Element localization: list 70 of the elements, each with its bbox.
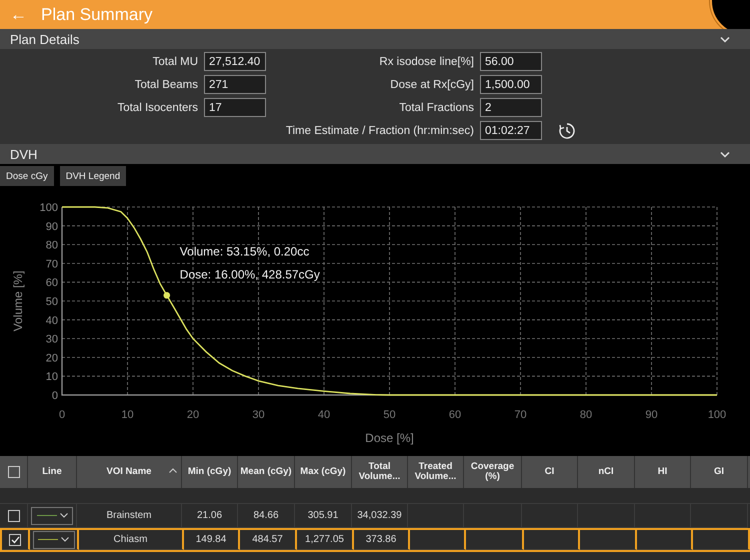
tick-label: 40 bbox=[46, 314, 58, 327]
page-title: Plan Summary bbox=[41, 4, 152, 24]
tick-label: 10 bbox=[46, 371, 58, 384]
section-header[interactable]: Plan Details bbox=[0, 29, 750, 49]
table-cell: 149.84 bbox=[196, 534, 226, 545]
field-label: Rx isodose line[%] bbox=[378, 56, 474, 68]
chevron-icon[interactable] bbox=[720, 150, 730, 158]
tick-label: 20 bbox=[46, 352, 58, 364]
tick-label: 70 bbox=[514, 409, 527, 421]
checkbox[interactable] bbox=[8, 510, 20, 522]
table-row[interactable]: Brainstem 21.06 84.66 305.91 34,032.39 bbox=[0, 504, 750, 528]
field-label: Total Beams bbox=[134, 78, 198, 90]
tick-label: 0 bbox=[58, 409, 66, 421]
tick-label: 0 bbox=[52, 390, 58, 402]
tick-label: 30 bbox=[252, 409, 265, 421]
tick-label: 40 bbox=[318, 409, 330, 421]
table-cell: 84.66 bbox=[253, 510, 279, 521]
section-header[interactable]: DVH bbox=[0, 144, 750, 164]
table-row[interactable]: Chiasm 149.84 484.57 1,277.05 373.86 bbox=[0, 528, 750, 552]
tick-label: 30 bbox=[46, 334, 58, 346]
table-cell: 305.91 bbox=[308, 510, 338, 521]
field-label: Total MU bbox=[152, 56, 198, 68]
table-cell: 1,277.05 bbox=[305, 534, 344, 545]
table-cell: Brainstem bbox=[106, 510, 152, 521]
tick-label: 80 bbox=[46, 240, 58, 252]
axis-title: Dose [%] bbox=[365, 431, 414, 445]
clock-refresh-icon[interactable] bbox=[558, 122, 576, 140]
tick-label: 90 bbox=[645, 409, 658, 421]
field-label: Total Fractions bbox=[398, 102, 474, 114]
section-title: Plan Details bbox=[10, 32, 80, 46]
tick-label: 10 bbox=[121, 409, 134, 421]
point-label: Dose: 16.00%, 428.57cGy bbox=[180, 267, 320, 282]
table-cell: 21.06 bbox=[196, 510, 222, 521]
section-title: DVH bbox=[10, 146, 38, 162]
checkbox[interactable] bbox=[9, 534, 21, 546]
chevron-icon bbox=[60, 513, 68, 518]
field-label: Time Estimate / Fraction (hr:min:sec) bbox=[284, 124, 474, 136]
table-cell: 373.86 bbox=[366, 534, 396, 545]
input-field[interactable]: 1,500.00 bbox=[480, 75, 542, 94]
checkbox[interactable] bbox=[8, 466, 20, 478]
line-style-dropdown[interactable] bbox=[32, 530, 74, 548]
tick-label: 60 bbox=[46, 277, 58, 290]
chevron-icon[interactable] bbox=[720, 36, 730, 42]
tick-label: 70 bbox=[46, 258, 58, 270]
chevron-icon bbox=[61, 537, 69, 542]
tick-label: 60 bbox=[448, 409, 462, 421]
axis-title: Volume [%] bbox=[11, 270, 25, 332]
data-point[interactable] bbox=[164, 292, 170, 299]
toolbar-button[interactable]: DVH Legend bbox=[60, 166, 126, 186]
tick-label: 100 bbox=[40, 202, 58, 214]
tick-label: 50 bbox=[383, 409, 396, 421]
input-field[interactable]: 56.00 bbox=[480, 52, 542, 71]
table-cell: 484.57 bbox=[252, 534, 283, 545]
table-cell: 34,032.39 bbox=[357, 510, 402, 521]
line-style-dropdown[interactable] bbox=[31, 506, 73, 524]
tick-label: 20 bbox=[186, 409, 200, 421]
input-field[interactable]: 2 bbox=[480, 98, 542, 117]
field-label: Total Isocenters bbox=[116, 102, 198, 114]
toolbar-button[interactable]: Dose cGy bbox=[0, 166, 54, 186]
table-cell: Chiasm bbox=[114, 534, 148, 545]
input-field[interactable]: 271 bbox=[204, 75, 266, 94]
tick-label: 90 bbox=[46, 220, 58, 233]
input-field[interactable]: 27,512.40 bbox=[204, 52, 266, 71]
point-label: Volume: 53.15%, 0.20cc bbox=[180, 244, 310, 258]
input-field[interactable]: 01:02:27 bbox=[480, 121, 542, 140]
tick-label: 50 bbox=[46, 296, 58, 308]
field-label: Dose at Rx[cGy] bbox=[389, 78, 474, 90]
input-field[interactable]: 17 bbox=[204, 98, 266, 117]
tick-label: 80 bbox=[580, 409, 592, 421]
tick-label: 100 bbox=[708, 409, 726, 421]
